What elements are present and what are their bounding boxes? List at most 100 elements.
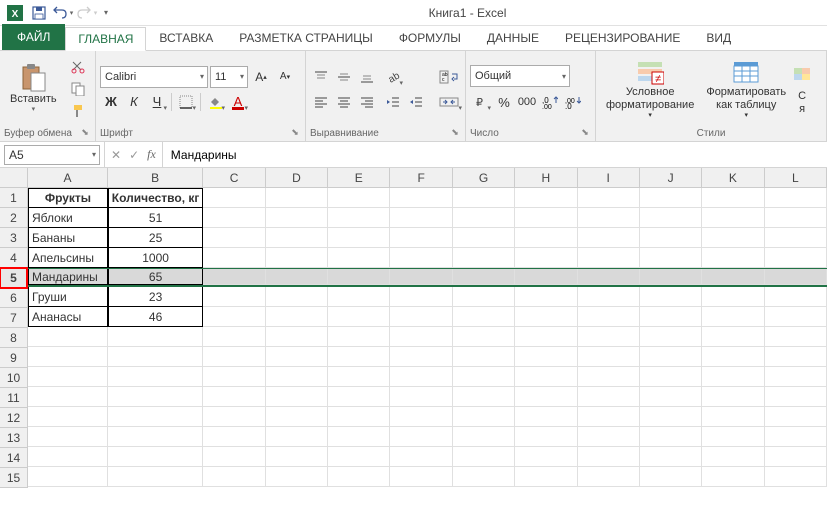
cell[interactable]	[28, 347, 108, 367]
select-all-corner[interactable]	[0, 168, 28, 188]
bold-button[interactable]: Ж	[100, 91, 122, 113]
cell[interactable]	[765, 248, 827, 268]
cell[interactable]	[203, 467, 265, 487]
cell[interactable]	[453, 327, 515, 347]
row-header[interactable]: 10	[0, 368, 27, 388]
cell[interactable]	[515, 387, 577, 407]
cell[interactable]	[702, 208, 764, 228]
insert-function-icon[interactable]: fx	[147, 147, 156, 162]
cell[interactable]	[266, 208, 328, 228]
cell[interactable]	[28, 407, 108, 427]
cell[interactable]: 1000	[108, 248, 203, 268]
cell[interactable]	[266, 287, 328, 307]
cell[interactable]	[640, 287, 702, 307]
font-launcher-icon[interactable]: ⬊	[289, 127, 301, 139]
thousands-button[interactable]: 000	[516, 91, 538, 113]
cell[interactable]	[328, 188, 390, 208]
cell[interactable]	[515, 228, 577, 248]
cell[interactable]	[578, 467, 640, 487]
cell[interactable]	[702, 427, 764, 447]
font-color-button[interactable]: A	[227, 91, 249, 113]
align-left-button[interactable]	[310, 91, 332, 113]
cell[interactable]	[108, 327, 203, 347]
cell[interactable]	[578, 427, 640, 447]
cell[interactable]	[108, 387, 203, 407]
cell[interactable]	[203, 269, 265, 285]
cell[interactable]	[515, 287, 577, 307]
align-right-button[interactable]	[356, 91, 378, 113]
cell[interactable]	[578, 269, 640, 285]
number-launcher-icon[interactable]: ⬊	[579, 127, 591, 139]
font-name-combo[interactable]: Calibri	[100, 66, 208, 88]
cell[interactable]	[328, 427, 390, 447]
cell[interactable]	[390, 287, 452, 307]
cell[interactable]	[203, 447, 265, 467]
cell[interactable]	[390, 407, 452, 427]
cell[interactable]	[328, 447, 390, 467]
cell[interactable]	[765, 327, 827, 347]
cell[interactable]	[28, 467, 108, 487]
cell[interactable]	[453, 188, 515, 208]
cell[interactable]	[578, 447, 640, 467]
cell[interactable]	[515, 188, 577, 208]
cell[interactable]	[203, 248, 265, 268]
tab-formulas[interactable]: ФОРМУЛЫ	[386, 26, 474, 50]
cell[interactable]	[702, 367, 764, 387]
cell[interactable]	[28, 427, 108, 447]
cell[interactable]	[765, 347, 827, 367]
number-format-combo[interactable]: Общий	[470, 65, 570, 87]
cell[interactable]	[453, 427, 515, 447]
fill-color-button[interactable]	[204, 91, 226, 113]
cell[interactable]	[453, 269, 515, 285]
increase-indent-button[interactable]	[405, 91, 427, 113]
cell[interactable]	[266, 347, 328, 367]
cell[interactable]	[266, 367, 328, 387]
cell[interactable]	[203, 307, 265, 327]
column-header[interactable]: G	[453, 168, 515, 187]
row-header[interactable]: 13	[0, 428, 27, 448]
cell[interactable]	[266, 447, 328, 467]
cell[interactable]	[453, 367, 515, 387]
tab-view[interactable]: ВИД	[693, 26, 744, 50]
cell[interactable]	[328, 367, 390, 387]
orientation-button[interactable]: ab	[382, 66, 404, 88]
cell[interactable]	[578, 367, 640, 387]
wrap-text-button[interactable]: abc	[435, 66, 463, 88]
cell[interactable]	[640, 248, 702, 268]
cell[interactable]	[578, 387, 640, 407]
cell[interactable]	[578, 347, 640, 367]
column-header[interactable]: I	[578, 168, 640, 187]
decrease-indent-button[interactable]	[382, 91, 404, 113]
cell[interactable]: 46	[108, 307, 203, 327]
cell[interactable]	[390, 228, 452, 248]
cell[interactable]	[390, 447, 452, 467]
cell[interactable]	[578, 208, 640, 228]
cell[interactable]	[203, 367, 265, 387]
cell[interactable]	[515, 208, 577, 228]
align-center-button[interactable]	[333, 91, 355, 113]
cell[interactable]	[640, 347, 702, 367]
save-icon[interactable]	[28, 2, 50, 24]
qat-customize-icon[interactable]: ▾	[100, 2, 112, 24]
cell[interactable]	[578, 228, 640, 248]
cell[interactable]	[266, 269, 328, 285]
cell[interactable]	[640, 427, 702, 447]
cell[interactable]	[578, 407, 640, 427]
column-header[interactable]: C	[203, 168, 265, 187]
excel-icon[interactable]: X	[4, 2, 26, 24]
row-header[interactable]: 7	[0, 308, 27, 328]
underline-button[interactable]: Ч	[146, 91, 168, 113]
shrink-font-button[interactable]: A▾	[274, 66, 296, 88]
row-header[interactable]: 1	[0, 188, 27, 208]
cell[interactable]	[203, 228, 265, 248]
cell[interactable]	[390, 427, 452, 447]
cell[interactable]	[702, 248, 764, 268]
cell[interactable]	[328, 387, 390, 407]
column-header[interactable]: F	[390, 168, 452, 187]
column-header[interactable]: J	[640, 168, 702, 187]
cell[interactable]	[765, 387, 827, 407]
cell[interactable]: Апельсины	[28, 248, 108, 268]
cell[interactable]	[453, 387, 515, 407]
tab-insert[interactable]: ВСТАВКА	[146, 26, 226, 50]
row-header[interactable]: 9	[0, 348, 27, 368]
